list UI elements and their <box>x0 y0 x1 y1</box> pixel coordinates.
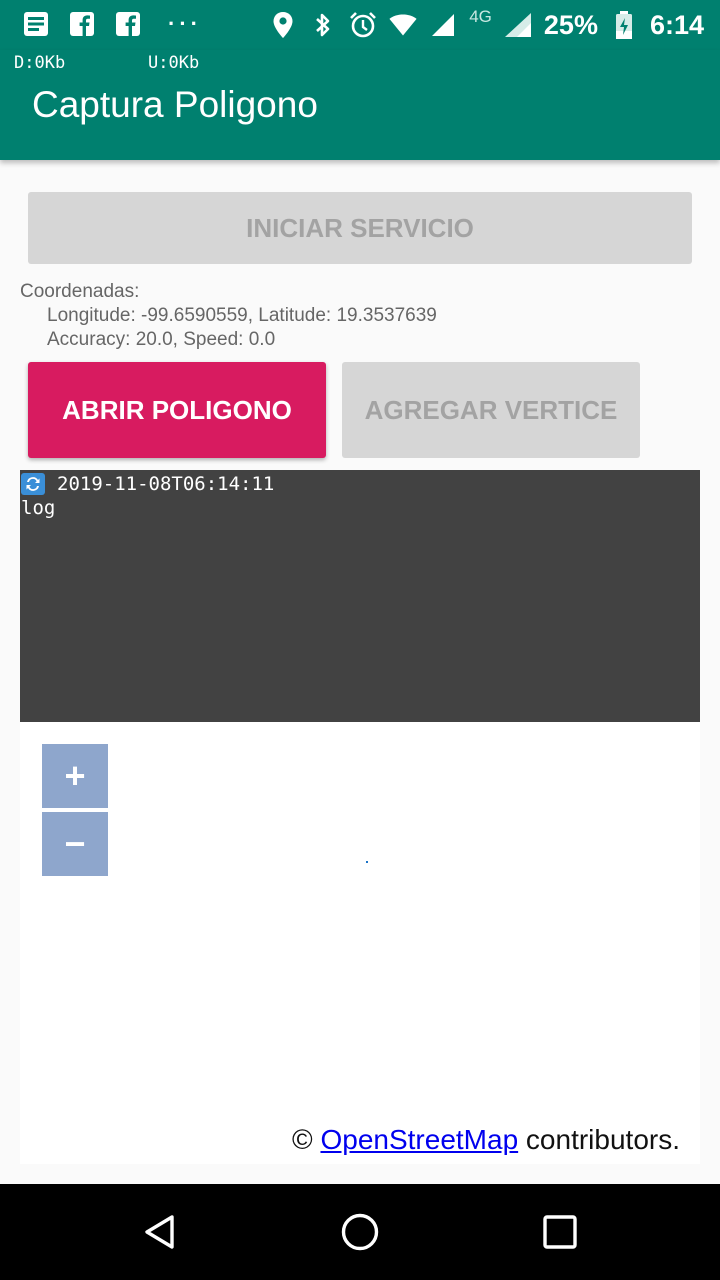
home-icon <box>341 1213 379 1251</box>
signal-icon <box>429 11 457 39</box>
status-bar-left: ··· <box>22 10 202 38</box>
wifi-icon <box>389 11 417 39</box>
home-button[interactable] <box>340 1212 380 1252</box>
back-button[interactable] <box>140 1212 180 1252</box>
map-view[interactable]: + − © OpenStreetMap contributors. <box>20 722 700 1164</box>
notes-icon <box>22 10 50 38</box>
log-entry: 2019-11-08T06:14:11 <box>21 472 699 496</box>
location-icon <box>269 11 297 39</box>
coordinates-position: Longitude: -99.6590559, Latitude: 19.353… <box>47 305 437 326</box>
clock: 6:14 <box>649 9 704 40</box>
page-title: Captura Poligono <box>32 84 318 125</box>
alarm-icon <box>349 11 377 39</box>
map-attribution: © OpenStreetMap contributors. <box>292 1124 680 1156</box>
log-text: log <box>21 497 56 519</box>
more-notifications-indicator: ··· <box>168 11 202 36</box>
start-service-button[interactable]: INICIAR SERVICIO <box>28 192 692 264</box>
coordinates-heading: Coordenadas: <box>20 281 140 302</box>
upload-rate: U:0Kb <box>148 53 200 73</box>
attribution-prefix: © <box>292 1124 321 1155</box>
recents-icon <box>543 1215 577 1249</box>
sync-icon <box>21 473 45 495</box>
open-polygon-button[interactable]: ABRIR POLIGONO <box>28 362 326 458</box>
facebook-icon <box>68 10 96 38</box>
status-bar-right: 4G 25% 6:14 <box>269 6 704 44</box>
bluetooth-icon <box>309 11 337 39</box>
facebook-icon <box>114 10 142 38</box>
network-type: 4G <box>469 7 492 26</box>
log-timestamp: 2019-11-08T06:14:11 <box>57 473 275 495</box>
status-bar: ··· 4G 25% 6:14 <box>0 0 720 50</box>
attribution-suffix: contributors. <box>518 1124 680 1155</box>
add-vertex-button[interactable]: AGREGAR VERTICE <box>342 362 640 458</box>
navigation-bar <box>0 1184 720 1280</box>
location-marker <box>366 861 368 863</box>
zoom-in-button[interactable]: + <box>42 744 108 808</box>
coordinates-panel: Coordenadas: Longitude: -99.6590559, Lat… <box>20 280 437 352</box>
zoom-out-button[interactable]: − <box>42 812 108 876</box>
back-icon <box>145 1215 174 1249</box>
download-rate: D:0Kb <box>14 53 66 73</box>
log-panel[interactable]: 2019-11-08T06:14:11 log <box>20 470 700 722</box>
signal-icon <box>504 11 532 39</box>
recents-button[interactable] <box>540 1212 580 1252</box>
coordinates-accuracy: Accuracy: 20.0, Speed: 0.0 <box>47 329 276 350</box>
battery-charging-icon <box>610 11 638 39</box>
app-bar: D:0Kb U:0Kb Captura Poligono <box>0 50 720 160</box>
battery-percent: 25% <box>543 9 598 40</box>
openstreetmap-link[interactable]: OpenStreetMap <box>320 1124 518 1155</box>
